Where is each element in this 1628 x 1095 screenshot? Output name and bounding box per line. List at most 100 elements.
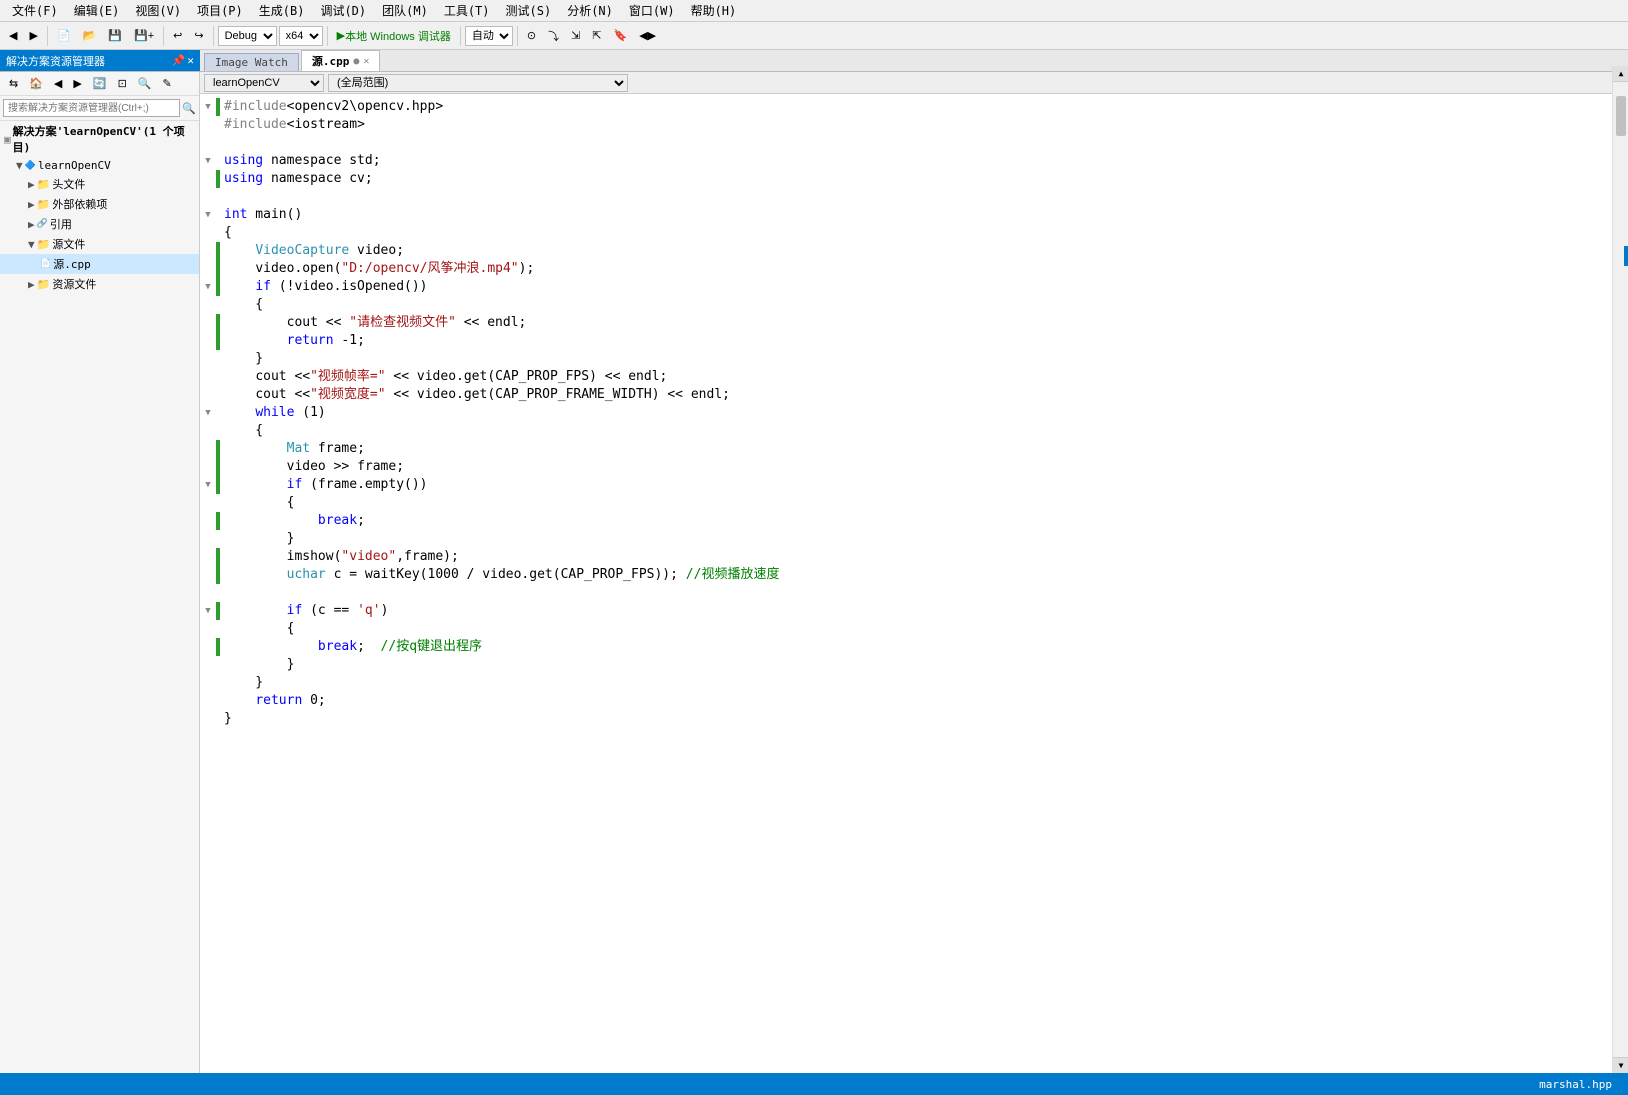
save-btn[interactable]: 💾 — [103, 26, 127, 45]
source-tab-label: 源.cpp — [312, 53, 350, 69]
project-expand-icon: ▼ — [16, 159, 23, 172]
project-node[interactable]: ▼ 🔷 learnOpenCV — [0, 157, 199, 174]
sep4 — [327, 26, 328, 46]
new-btn[interactable]: 📄 — [52, 26, 76, 45]
tree-source-cpp[interactable]: 📄 源.cpp — [0, 254, 199, 274]
ext-folder-icon: 📁 — [37, 198, 51, 211]
menu-file[interactable]: 文件(F) — [4, 0, 66, 21]
code-line-10: video.open("D:/opencv/风筝冲浪.mp4"); — [200, 260, 1628, 278]
sidebar-toolbar-btn6[interactable]: ⊡ — [113, 74, 132, 93]
tree-resource-files[interactable]: ▶ 📁 资源文件 — [0, 274, 199, 294]
sidebar-toolbar-btn7[interactable]: 🔍 — [133, 74, 157, 93]
source-tab-unsaved: ● — [353, 56, 359, 67]
code-line-22: ▼ if (frame.empty()) — [200, 476, 1628, 494]
scroll-indicator — [1624, 246, 1628, 266]
menu-build[interactable]: 生成(B) — [251, 0, 313, 21]
code-line-1: ▼ #include<opencv2\opencv.hpp> — [200, 98, 1628, 116]
menu-project[interactable]: 项目(P) — [189, 0, 251, 21]
search-icon[interactable]: 🔍 — [182, 102, 196, 115]
code-line-18: ▼ while (1) — [200, 404, 1628, 422]
step-over-btn[interactable]: ⤵ — [543, 25, 564, 47]
source-tab[interactable]: 源.cpp ● ✕ — [301, 50, 381, 71]
code-line-26: imshow("video",frame); — [200, 548, 1628, 566]
menu-test[interactable]: 测试(S) — [498, 0, 560, 21]
breakpoint-btn[interactable]: ⊙ — [522, 26, 541, 45]
platform-select[interactable]: x64 — [279, 26, 323, 46]
menu-window[interactable]: 窗口(W) — [621, 0, 683, 21]
menu-tools[interactable]: 工具(T) — [436, 0, 498, 21]
sep1 — [47, 26, 48, 46]
code-line-6 — [200, 188, 1628, 206]
code-line-11: ▼ if (!video.isOpened()) — [200, 278, 1628, 296]
code-line-36 — [200, 728, 1628, 746]
back-btn[interactable]: ◀ — [4, 26, 22, 45]
scrollbar-up-btn[interactable]: ▲ — [1613, 66, 1628, 82]
ext-expand-icon: ▶ — [28, 198, 35, 211]
open-btn[interactable]: 📂 — [78, 26, 102, 45]
code-line-30: { — [200, 620, 1628, 638]
sidebar-title: 解决方案资源管理器 — [6, 53, 105, 69]
scrollbar-down-btn[interactable]: ▼ — [1613, 1057, 1628, 1073]
code-line-2: #include<iostream> — [200, 116, 1628, 134]
editor-top-bar: learnOpenCV (全局范围) — [200, 72, 1628, 94]
forward-btn[interactable]: ▶ — [24, 26, 42, 45]
file-selector[interactable]: learnOpenCV — [204, 74, 324, 92]
step-into-btn[interactable]: ⇲ — [566, 26, 585, 45]
sidebar-toolbar-btn3[interactable]: ◀ — [49, 74, 67, 93]
code-line-35: } — [200, 710, 1628, 728]
sidebar-toolbar-btn1[interactable]: ⇆ — [4, 74, 23, 93]
menu-help[interactable]: 帮助(H) — [683, 0, 745, 21]
headers-label: 头文件 — [52, 176, 85, 192]
menu-debug[interactable]: 调试(D) — [312, 0, 374, 21]
src-label: 源文件 — [52, 236, 85, 252]
menu-team[interactable]: 团队(M) — [374, 0, 436, 21]
undo-btn[interactable]: ↩ — [168, 26, 187, 45]
code-line-28 — [200, 584, 1628, 602]
sidebar-pin-icon[interactable]: 📌 — [172, 54, 186, 67]
sidebar-toolbar-btn2[interactable]: 🏠 — [24, 74, 48, 93]
ref-expand-icon: ▶ — [28, 218, 35, 231]
mode-select[interactable]: 自动 — [465, 26, 513, 46]
save-all-btn[interactable]: 💾+ — [129, 26, 159, 45]
project-label: learnOpenCV — [38, 159, 111, 172]
res-folder-icon: 📁 — [37, 278, 51, 291]
step-out-btn[interactable]: ⇱ — [587, 26, 606, 45]
sidebar-close-icon[interactable]: ✕ — [187, 54, 194, 67]
bookmark-btn[interactable]: 🔖 — [608, 26, 632, 45]
tree-external-deps[interactable]: ▶ 📁 外部依赖项 — [0, 194, 199, 214]
editor-area: learnOpenCV (全局范围) ▼ #include<opencv2\op… — [200, 72, 1628, 1073]
sidebar-toolbar-btn8[interactable]: ✎ — [157, 74, 176, 93]
res-expand-icon: ▶ — [28, 278, 35, 291]
ext-label: 外部依赖项 — [52, 196, 107, 212]
code-line-3 — [200, 134, 1628, 152]
sidebar-search-input[interactable] — [3, 99, 180, 117]
project-icon: 🔷 — [25, 161, 36, 171]
vertical-scrollbar[interactable]: ▲ ▼ — [1612, 66, 1628, 1073]
code-line-32: } — [200, 656, 1628, 674]
editor-content[interactable]: ▼ #include<opencv2\opencv.hpp> #include<… — [200, 94, 1628, 1073]
menu-analyze[interactable]: 分析(N) — [559, 0, 621, 21]
code-line-33: } — [200, 674, 1628, 692]
source-tab-close[interactable]: ✕ — [363, 56, 369, 67]
menu-view[interactable]: 视图(V) — [127, 0, 189, 21]
run-btn[interactable]: ▶ 本地 Windows 调试器 — [332, 25, 456, 47]
scrollbar-thumb[interactable] — [1616, 96, 1626, 136]
tree-references[interactable]: ▶ 🔗 引用 — [0, 214, 199, 234]
nav-btn[interactable]: ◀▶ — [634, 26, 661, 45]
sidebar-toolbar-btn5[interactable]: 🔄 — [88, 74, 112, 93]
sidebar: ⇆ 🏠 ◀ ▶ 🔄 ⊡ 🔍 ✎ 🔍 ▣ 解决方案'learnOpenCV'(1 … — [0, 72, 200, 1073]
solution-node[interactable]: ▣ 解决方案'learnOpenCV'(1 个项目) — [0, 121, 199, 157]
tree-source-files[interactable]: ▼ 📁 源文件 — [0, 234, 199, 254]
scope-selector[interactable]: (全局范围) — [328, 74, 628, 92]
sidebar-search-area: 🔍 — [0, 96, 199, 121]
menu-edit[interactable]: 编辑(E) — [66, 0, 128, 21]
sidebar-toolbar-btn4[interactable]: ▶ — [68, 74, 86, 93]
image-watch-tab[interactable]: Image Watch — [204, 53, 299, 71]
ref-label: 引用 — [50, 216, 72, 232]
tree-headers[interactable]: ▶ 📁 头文件 — [0, 174, 199, 194]
sep5 — [460, 26, 461, 46]
redo-btn[interactable]: ↪ — [189, 26, 208, 45]
solution-icon: ▣ — [4, 133, 11, 146]
cpp-label: 源.cpp — [53, 256, 91, 272]
debug-config-select[interactable]: Debug — [218, 26, 277, 46]
